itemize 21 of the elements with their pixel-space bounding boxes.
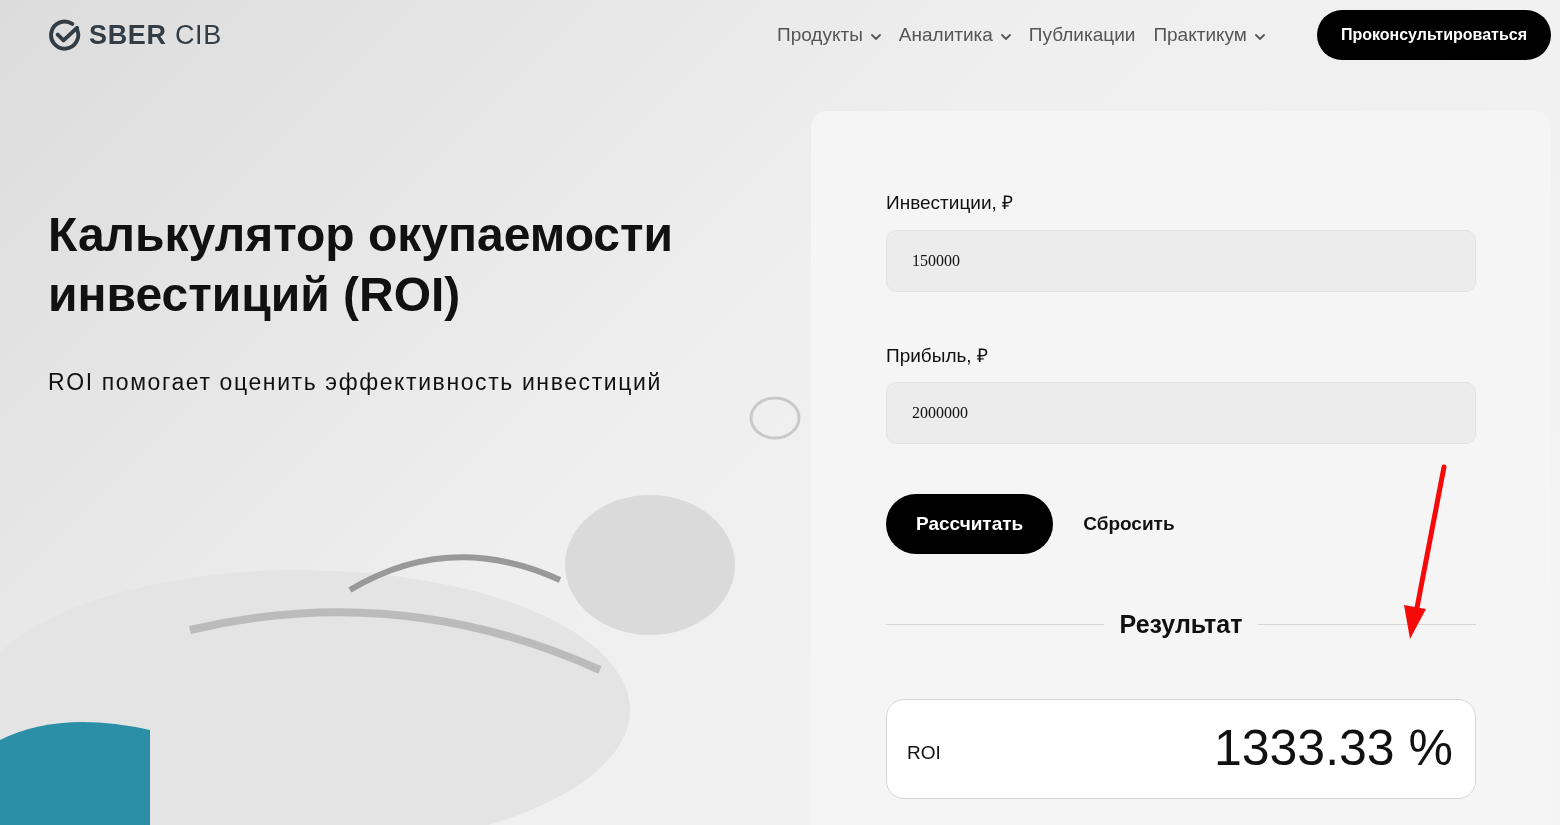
nav-link[interactable]: Практикум bbox=[1153, 20, 1265, 50]
consult-button[interactable]: Проконсультироваться bbox=[1316, 10, 1551, 60]
checkmark-circle-icon bbox=[48, 18, 81, 52]
reset-button[interactable]: Сбросить bbox=[1083, 494, 1175, 554]
calculate-button[interactable]: Рассчитать bbox=[886, 494, 1054, 554]
chevron-down-icon bbox=[1000, 34, 1011, 40]
nav-link[interactable]: Публикации bbox=[1028, 20, 1136, 50]
nav-link[interactable]: Аналитика bbox=[898, 20, 1011, 50]
input-field[interactable]: 150000 bbox=[886, 229, 1476, 292]
page-subtitle: ROI помогает оценить эффективность инвестиций bbox=[48, 368, 663, 397]
field-label: Инвестиции, ₽ bbox=[886, 191, 1015, 215]
nav-link[interactable]: Продукты bbox=[776, 20, 881, 50]
chevron-down-icon bbox=[870, 34, 881, 40]
chevron-down-icon bbox=[1254, 34, 1265, 40]
field-label: Прибыль, ₽ bbox=[886, 343, 989, 368]
input-field[interactable]: 2000000 bbox=[886, 382, 1476, 444]
sber-cib-logo[interactable]: SBER CIB bbox=[48, 18, 222, 52]
result-label: ROI bbox=[907, 741, 941, 766]
page-title: Калькулятор окупаемости инвестиций (ROI) bbox=[48, 207, 675, 323]
result-heading: Результат bbox=[1118, 609, 1244, 640]
result-value: 1333.33 % bbox=[1213, 719, 1453, 778]
